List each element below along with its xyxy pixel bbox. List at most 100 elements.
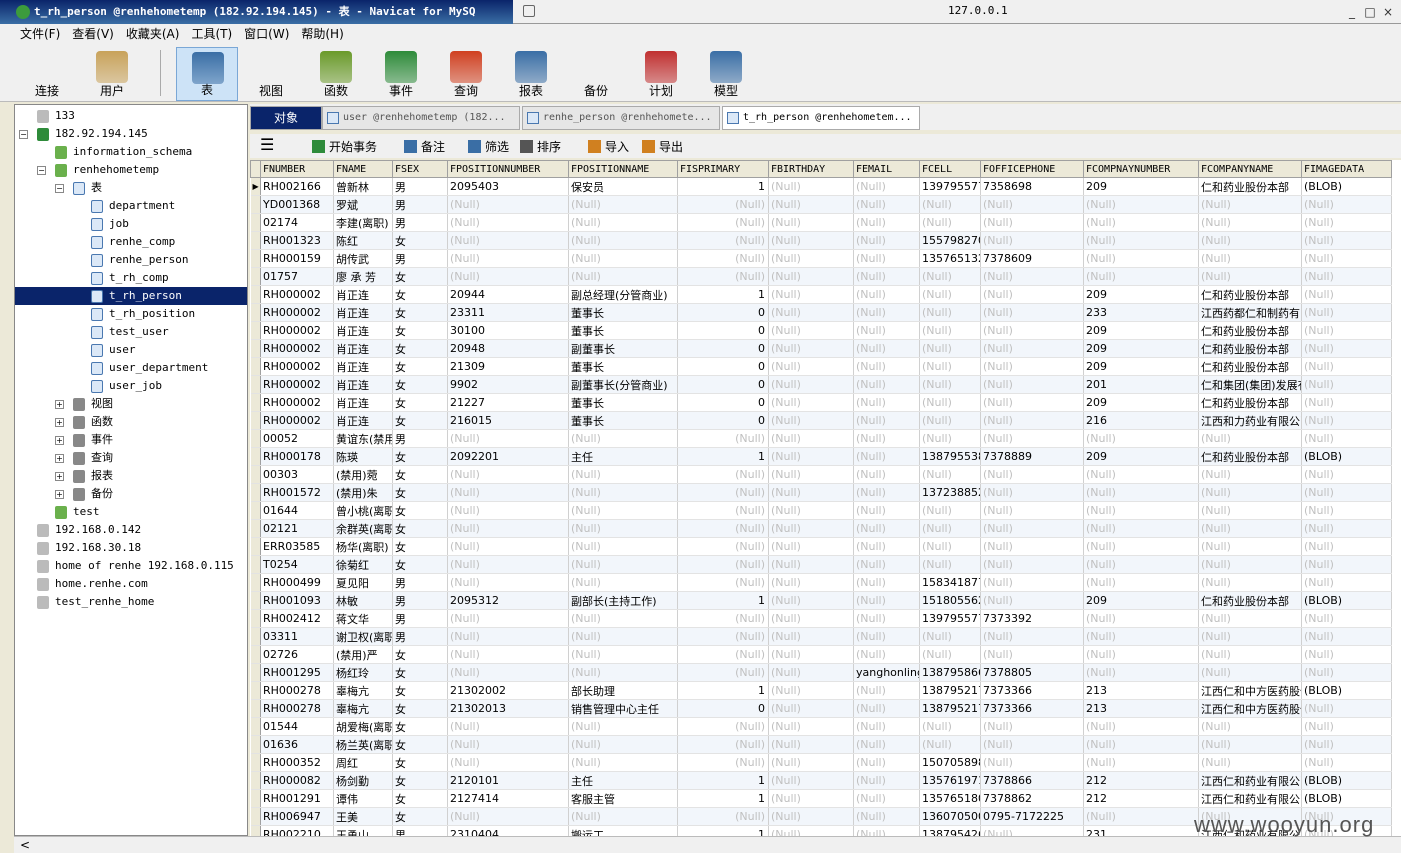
table-cell[interactable]: (Null) bbox=[568, 573, 678, 592]
table-cell[interactable]: (Null) bbox=[1301, 645, 1392, 664]
table-cell[interactable]: 209 bbox=[1083, 285, 1199, 304]
table-cell[interactable]: (Null) bbox=[677, 519, 769, 538]
tree-node[interactable]: department bbox=[91, 197, 175, 215]
table-cell[interactable]: (Null) bbox=[768, 807, 854, 826]
table-cell[interactable]: 20944 bbox=[447, 285, 569, 304]
tree-expander-icon[interactable]: + bbox=[55, 490, 64, 499]
table-cell[interactable]: (Null) bbox=[919, 501, 981, 520]
table-cell[interactable]: 女 bbox=[392, 663, 448, 682]
tree-expander-icon[interactable]: − bbox=[19, 130, 28, 139]
table-cell[interactable]: (Null) bbox=[853, 681, 920, 700]
column-header[interactable]: FCOMPNAYNUMBER bbox=[1083, 160, 1199, 178]
tree-node[interactable]: 查询 bbox=[73, 449, 113, 467]
table-cell[interactable]: (Null) bbox=[980, 429, 1084, 448]
table-cell[interactable]: (Null) bbox=[980, 501, 1084, 520]
table-cell[interactable]: 部长助理 bbox=[568, 681, 678, 700]
table-cell[interactable]: (Null) bbox=[568, 231, 678, 250]
table-cell[interactable]: (Null) bbox=[980, 483, 1084, 502]
table-cell[interactable]: (Null) bbox=[1301, 339, 1392, 358]
table-cell[interactable]: (Null) bbox=[980, 213, 1084, 232]
table-cell[interactable]: (Null) bbox=[853, 357, 920, 376]
table-cell[interactable]: (Null) bbox=[447, 627, 569, 646]
table-cell[interactable]: (Null) bbox=[1198, 231, 1302, 250]
table-cell[interactable]: (BLOB) bbox=[1301, 771, 1392, 790]
table-cell[interactable]: (Null) bbox=[1301, 699, 1392, 718]
table-cell[interactable]: (Null) bbox=[1198, 573, 1302, 592]
table-cell[interactable]: 2120101 bbox=[447, 771, 569, 790]
table-cell[interactable]: 黄谊东(禁用) bbox=[333, 429, 393, 448]
tree-node[interactable]: t_rh_comp bbox=[91, 269, 169, 287]
table-cell[interactable]: 客服主管 bbox=[568, 789, 678, 808]
table-cell[interactable]: (Null) bbox=[1301, 303, 1392, 322]
table-cell[interactable]: (Null) bbox=[853, 501, 920, 520]
table-cell[interactable]: (Null) bbox=[677, 573, 769, 592]
table-cell[interactable]: (Null) bbox=[1083, 195, 1199, 214]
table-row[interactable]: RH000002 肖正连女 216015 董事长 0 (Null) (Null) (Null)… bbox=[250, 411, 1392, 430]
table-cell[interactable]: (Null) bbox=[1198, 609, 1302, 628]
tree-node[interactable]: user_department bbox=[91, 359, 208, 377]
tree-node[interactable]: home.renhe.com bbox=[37, 575, 148, 593]
table-cell[interactable]: 2127414 bbox=[447, 789, 569, 808]
table-cell[interactable]: (Null) bbox=[1301, 357, 1392, 376]
table-cell[interactable]: (Null) bbox=[447, 267, 569, 286]
table-row[interactable]: RH001572 (禁用)朱女 (Null) (Null) (Null) (Null) (N… bbox=[250, 483, 1392, 502]
table-cell[interactable]: 周红 bbox=[333, 753, 393, 772]
tree-node[interactable]: 192.168.30.18 bbox=[37, 539, 141, 557]
table-cell[interactable]: 搬运工 bbox=[568, 825, 678, 836]
table-cell[interactable]: 13576513237 bbox=[919, 249, 981, 268]
table-cell[interactable]: 肖正连 bbox=[333, 411, 393, 430]
table-cell[interactable]: 女 bbox=[392, 231, 448, 250]
table-cell[interactable]: (Null) bbox=[677, 753, 769, 772]
table-row[interactable]: RH001291 谭伟女 2127414 客服主管 1 (Null) (Null) 13576… bbox=[250, 789, 1392, 808]
table-cell[interactable]: (Null) bbox=[677, 195, 769, 214]
table-cell[interactable]: (Null) bbox=[677, 537, 769, 556]
table-row[interactable]: T0254 徐菊红女 (Null) (Null) (Null) (Null) (Null)(… bbox=[250, 555, 1392, 574]
toolbar-table-button[interactable]: 表 bbox=[176, 47, 238, 101]
table-cell[interactable]: (Null) bbox=[1301, 519, 1392, 538]
table-cell[interactable]: RH000278 bbox=[260, 681, 334, 700]
tree-node[interactable]: 182.92.194.145 bbox=[37, 125, 148, 143]
table-cell[interactable]: 2092201 bbox=[447, 447, 569, 466]
table-cell[interactable]: (禁用)菀 bbox=[333, 465, 393, 484]
table-cell[interactable]: (Null) bbox=[677, 807, 769, 826]
table-cell[interactable]: (Null) bbox=[768, 213, 854, 232]
table-cell[interactable]: (Null) bbox=[568, 267, 678, 286]
table-cell[interactable]: (Null) bbox=[568, 501, 678, 520]
table-cell[interactable]: 销售管理中心主任 bbox=[568, 699, 678, 718]
table-cell[interactable]: (Null) bbox=[980, 285, 1084, 304]
table-cell[interactable]: 0 bbox=[677, 339, 769, 358]
table-cell[interactable]: 212 bbox=[1083, 771, 1199, 790]
table-cell[interactable]: (Null) bbox=[1301, 321, 1392, 340]
table-cell[interactable]: (Null) bbox=[1301, 285, 1392, 304]
table-cell[interactable]: (Null) bbox=[447, 195, 569, 214]
scroll-left-icon[interactable]: < bbox=[20, 838, 30, 852]
table-cell[interactable]: (Null) bbox=[768, 573, 854, 592]
table-cell[interactable]: 徐菊红 bbox=[333, 555, 393, 574]
table-cell[interactable]: 王勇山 bbox=[333, 825, 393, 836]
column-header[interactable]: FNUMBER bbox=[260, 160, 334, 178]
column-header[interactable]: FEMAIL bbox=[853, 160, 920, 178]
table-cell[interactable]: (Null) bbox=[919, 285, 981, 304]
table-cell[interactable]: (Null) bbox=[1083, 663, 1199, 682]
table-cell[interactable]: (Null) bbox=[1083, 501, 1199, 520]
table-cell[interactable]: (BLOB) bbox=[1301, 789, 1392, 808]
table-cell[interactable]: (Null) bbox=[447, 231, 569, 250]
table-cell[interactable]: (Null) bbox=[919, 267, 981, 286]
table-cell[interactable]: RH001323 bbox=[260, 231, 334, 250]
table-cell[interactable]: 13607050010 bbox=[919, 807, 981, 826]
table-row[interactable]: RH000499 夏见阳男 (Null) (Null) (Null) (Null) (Nul… bbox=[250, 573, 1392, 592]
table-cell[interactable]: RH000002 bbox=[260, 357, 334, 376]
table-row[interactable]: YD001368 罗斌男 (Null) (Null) (Null) (Null) (Null… bbox=[250, 195, 1392, 214]
table-cell[interactable]: (Null) bbox=[1301, 537, 1392, 556]
table-cell[interactable]: 209 bbox=[1083, 321, 1199, 340]
table-cell[interactable]: 副部长(主持工作) bbox=[568, 591, 678, 610]
table-cell[interactable]: (Null) bbox=[980, 591, 1084, 610]
table-cell[interactable]: 江西和力药业有限公司 bbox=[1198, 411, 1302, 430]
table-cell[interactable]: (Null) bbox=[447, 501, 569, 520]
table-row[interactable]: RH000002 肖正连女 9902 副董事长(分管商业) 0 (Null) (Null)(… bbox=[250, 375, 1392, 394]
table-cell[interactable]: (Null) bbox=[853, 555, 920, 574]
tree-expander-icon[interactable]: + bbox=[55, 400, 64, 409]
table-cell[interactable]: (Null) bbox=[768, 231, 854, 250]
table-cell[interactable]: 7373392 bbox=[980, 609, 1084, 628]
table-cell[interactable]: (Null) bbox=[1198, 537, 1302, 556]
